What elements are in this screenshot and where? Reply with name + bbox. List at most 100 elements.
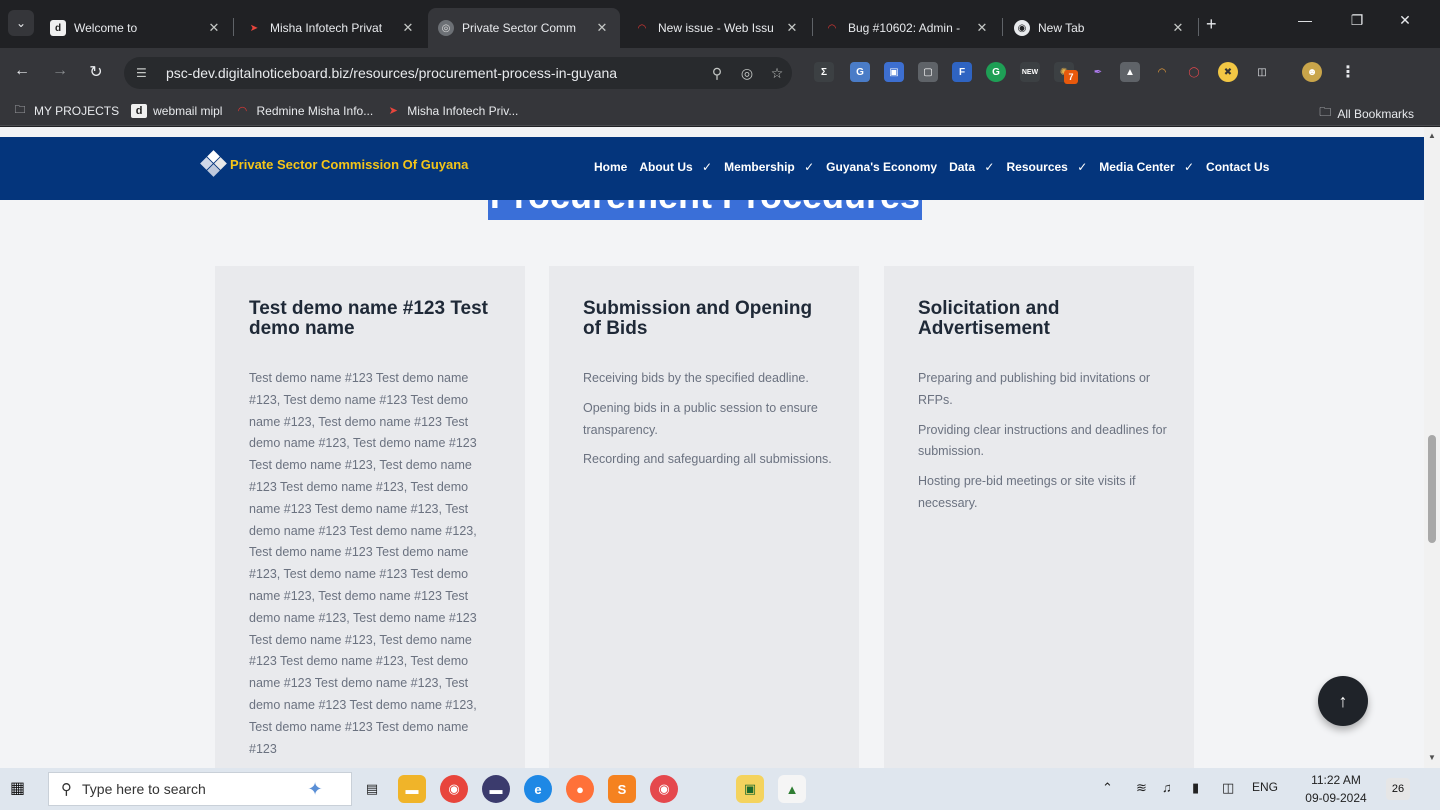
tab-close-icon[interactable]: ✕ [594,20,610,36]
sigma-extension-icon[interactable]: Σ [814,62,834,82]
browser-tab-bug[interactable]: ◠ Bug #10602: Admin - ✕ [814,8,1000,48]
profile-avatar-icon[interactable]: ☻ [1302,62,1322,82]
file-explorer-icon[interactable]: ▬ [398,775,426,803]
bookmark-label: MY PROJECTS [34,103,120,118]
bookmark-star-icon[interactable]: ☆ [762,65,792,82]
card-body: Preparing and publishing bid invitations… [918,368,1168,523]
taskbar-clock[interactable]: 11:22 AM 09-09-2024 [1303,771,1369,807]
scroll-down-arrow-icon[interactable]: ▼ [1424,753,1440,762]
windows-start-icon[interactable]: ▦ [10,778,25,798]
bookmark-misha[interactable]: ➤ Misha Infotech Priv... [385,104,519,118]
bookmark-redmine[interactable]: ◠ Redmine Misha Info... [234,104,374,118]
puzzle-extensions-icon[interactable]: ◫ [1252,62,1272,82]
nav-data[interactable]: Data ✓ [949,160,1000,174]
task-view-icon[interactable]: ▤ [358,775,386,803]
window-extension-icon[interactable]: ▢ [918,62,938,82]
bookmark-my-projects[interactable]: 🗀 MY PROJECTS [12,103,120,118]
search-icon: ⚲ [61,781,72,798]
nav-label: Media Center [1099,160,1175,174]
all-bookmarks-label: All Bookmarks [1337,106,1414,121]
procedure-card-2: Submission and Opening of Bids Receiving… [549,266,859,768]
nav-contact-us[interactable]: Contact Us [1206,160,1275,174]
language-indicator[interactable]: ENG [1252,780,1278,794]
zoom-icon[interactable]: ⚲ [702,65,732,82]
window-close-icon[interactable]: ✕ [1390,12,1420,29]
ft-extension-icon[interactable]: F [952,62,972,82]
browser-tab-welcome[interactable]: d Welcome to ✕ [40,8,232,48]
cursor-extension-icon[interactable]: ▲ [1120,62,1140,82]
tab-close-icon[interactable]: ✕ [206,20,222,36]
nav-label: Contact Us [1206,160,1270,174]
notification-center-button[interactable]: 26 [1386,778,1410,800]
new-tab-plus-icon[interactable]: + [1206,14,1217,35]
bookmark-label: webmail mipl [153,103,223,118]
browser-tab-new-tab[interactable]: ◉ New Tab ✕ [1004,8,1196,48]
translate-extension-icon[interactable]: G [850,62,870,82]
back-arrow-icon[interactable]: ← [12,62,32,80]
forward-arrow-icon[interactable]: → [50,62,70,80]
menu-kebab-icon[interactable]: ⋮ [1338,62,1358,82]
card-title: Submission and Opening of Bids [583,298,813,339]
procedure-card-3: Solicitation and Advertisement Preparing… [884,266,1194,768]
app-circle-icon[interactable]: ▬ [482,775,510,803]
card-paragraph: Providing clear instructions and deadlin… [918,422,1167,459]
nav-about-us[interactable]: About Us ✓ [639,160,718,174]
nav-media-center[interactable]: Media Center ✓ [1099,160,1200,174]
reload-icon[interactable]: ↻ [86,62,106,82]
nav-home[interactable]: Home [594,160,633,174]
chart-app-icon[interactable]: ▲ [778,775,806,803]
ring-extension-icon[interactable]: ◯ [1184,62,1204,82]
nav-label: Membership [724,160,795,174]
tab-close-icon[interactable]: ✕ [1170,20,1186,36]
scrollbar-thumb[interactable] [1428,435,1436,543]
feather-extension-icon[interactable]: ✒ [1088,62,1108,82]
nav-membership[interactable]: Membership ✓ [724,160,820,174]
chrome-alt-icon[interactable]: ◉ [650,775,678,803]
firefox-icon[interactable]: ● [566,775,594,803]
site-info-icon[interactable]: ☰ [136,66,154,80]
address-bar[interactable]: ☰ psc-dev.digitalnoticeboard.biz/resourc… [124,57,792,89]
battery-icon[interactable]: ▮ [1192,780,1199,796]
page-scrollbar[interactable]: ▲ ▼ [1424,127,1440,768]
cookie-extension-icon[interactable]: ✖ [1218,62,1238,82]
ime-icon[interactable]: ◫ [1222,780,1234,796]
nav-guyanas-economy[interactable]: Guyana's Economy [826,160,943,174]
tab-close-icon[interactable]: ✕ [400,20,416,36]
chrome-taskbar-icon[interactable]: ◉ [440,775,468,803]
eye-off-icon[interactable]: ◎ [732,65,762,82]
bookmark-webmail[interactable]: d webmail mipl [131,103,223,118]
wifi-icon[interactable]: ≋ [1136,780,1147,796]
card-paragraph: Hosting pre-bid meetings or site visits … [918,474,1136,510]
nav-resources[interactable]: Resources ✓ [1006,160,1093,174]
extension-badge: 7 [1064,70,1078,84]
edge-icon[interactable]: e [524,775,552,803]
redmine-favicon-icon: ◠ [638,22,646,34]
site-logo[interactable]: Private Sector Commission Of Guyana [200,150,468,177]
tray-chevron-up-icon[interactable]: ⌃ [1102,780,1113,796]
volume-icon[interactable]: ♫ [1162,780,1172,795]
tab-close-icon[interactable]: ✕ [974,20,990,36]
browser-tab-new-issue[interactable]: ◠ New issue - Web Issu ✕ [624,8,810,48]
scroll-up-arrow-icon[interactable]: ▲ [1424,131,1440,140]
scroll-to-top-button[interactable]: ↑ [1318,676,1368,726]
new-extension-icon[interactable]: NEW [1020,62,1040,82]
card-paragraph: Preparing and publishing bid invitations… [918,371,1151,407]
minimize-icon[interactable]: — [1290,12,1320,28]
tab-search-chevron-icon[interactable]: ⌄ [8,10,34,36]
browser-tab-misha[interactable]: ➤ Misha Infotech Privat ✕ [236,8,426,48]
arrow-up-icon: ↑ [1338,690,1348,711]
tab-title: Welcome to [74,21,138,35]
url-text[interactable]: psc-dev.digitalnoticeboard.biz/resources… [166,65,702,81]
screen-extension-icon[interactable]: ▣ [884,62,904,82]
tab-close-icon[interactable]: ✕ [784,20,800,36]
windows-taskbar: ▦ ⚲ Type here to search ✦ ▤ ▬ ◉ ▬ e ● S … [0,768,1440,810]
browser-tab-psc-active[interactable]: ◎ Private Sector Comm ✕ [428,8,620,48]
skype-icon[interactable]: S [608,775,636,803]
arc-extension-icon[interactable]: ◠ [1152,62,1172,82]
image-viewer-icon[interactable]: ▣ [736,775,764,803]
tab-title: New Tab [1038,21,1085,35]
all-bookmarks-button[interactable]: 🗀 All Bookmarks [1319,103,1414,124]
clock-time: 11:22 AM [1311,773,1361,787]
grammarly-extension-icon[interactable]: G [986,62,1006,82]
restore-icon[interactable]: ❐ [1342,12,1372,29]
